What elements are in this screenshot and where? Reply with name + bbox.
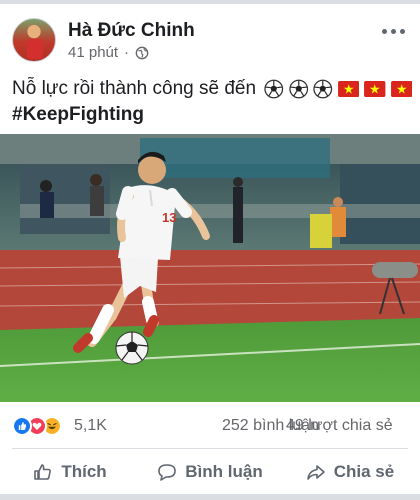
like-label: Thích [61, 462, 107, 481]
reaction-icons[interactable] [12, 416, 72, 436]
share-label: Chia sẻ [333, 462, 395, 481]
soccer-ball-icon [288, 79, 308, 99]
soccer-ball-icon [264, 79, 284, 99]
hashtag-link[interactable]: #KeepFighting [12, 102, 144, 128]
avatar[interactable] [12, 18, 56, 62]
post-message-line: Nỗ lực rồi thành công sẽ đến [12, 76, 412, 102]
like-button[interactable]: Thích [0, 452, 140, 492]
reaction-summary: 5,1K 252 bình luận 49 lượt chia sẻ [0, 408, 420, 442]
author-name[interactable]: Hà Đức Chinh [68, 20, 195, 42]
jersey-number: 13 [162, 210, 176, 225]
share-count[interactable]: 49 lượt chia sẻ [286, 417, 393, 435]
thumbs-up-icon [34, 464, 52, 480]
comment-icon [158, 464, 177, 481]
post-text: Nỗ lực rồi thành công sẽ đến #KeepFighti… [12, 76, 412, 128]
bottom-divider [0, 494, 420, 500]
football-photo: 13 [0, 134, 420, 402]
vietnam-flag-icon [390, 81, 412, 97]
post-photo[interactable]: 13 [0, 134, 420, 402]
globe-icon [135, 46, 149, 59]
share-icon [306, 465, 325, 480]
post-actions: Thích Bình luận Chia sẻ [0, 452, 420, 492]
top-divider [0, 0, 420, 4]
comment-button[interactable]: Bình luận [140, 452, 280, 492]
share-button[interactable]: Chia sẻ [280, 452, 420, 492]
reaction-count[interactable]: 5,1K [74, 417, 107, 435]
post-header: Hà Đức Chinh 41 phút · [0, 8, 420, 68]
post-time[interactable]: 41 phút [68, 44, 118, 61]
comment-label: Bình luận [185, 462, 263, 481]
soccer-ball-icon [313, 79, 333, 99]
post-message: Nỗ lực rồi thành công sẽ đến [12, 78, 257, 99]
post-meta: 41 phút · [68, 44, 149, 61]
more-options-icon[interactable] [382, 26, 406, 36]
vietnam-flag-icon [337, 81, 359, 97]
hashtag-line: #KeepFighting [12, 102, 412, 128]
soccer-ball [115, 331, 149, 365]
vietnam-flag-icon [364, 81, 386, 97]
like-reaction-icon [12, 416, 32, 436]
actions-divider [12, 448, 408, 449]
